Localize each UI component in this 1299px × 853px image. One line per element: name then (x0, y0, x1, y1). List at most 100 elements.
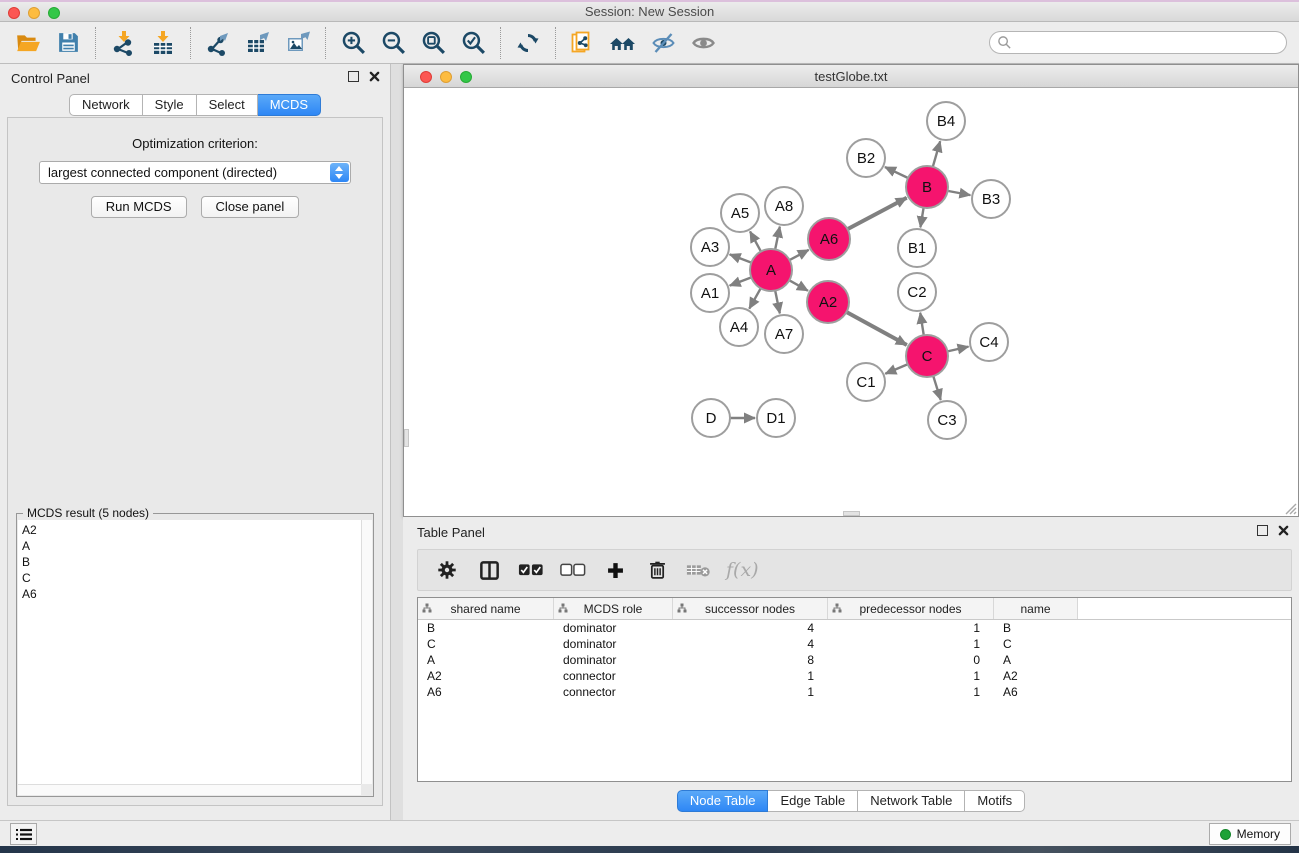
zoom-selected-button[interactable] (453, 26, 493, 60)
table-cell[interactable]: 1 (828, 668, 994, 684)
graph-edge-A-A3[interactable] (730, 254, 752, 262)
function-builder-button[interactable]: f(x) (722, 559, 759, 581)
graph-node-C[interactable]: C (906, 335, 948, 377)
hide-graphics-details-button[interactable] (643, 26, 683, 60)
criterion-select[interactable]: largest connected component (directed) (39, 161, 351, 184)
table-row[interactable]: Bdominator41B (418, 620, 1291, 636)
table-settings-button[interactable] (428, 553, 466, 587)
table-cell[interactable]: 4 (673, 636, 828, 652)
tab-style[interactable]: Style (143, 94, 197, 116)
table-cell[interactable]: dominator (554, 620, 673, 636)
result-vertical-scrollbar[interactable] (361, 520, 372, 784)
table-cell[interactable]: A2 (994, 668, 1078, 684)
canvas-horizontal-scroll-nub[interactable] (843, 511, 860, 516)
graph-node-A3[interactable]: A3 (691, 228, 729, 266)
column-header-successor-nodes[interactable]: successor nodes (673, 598, 828, 619)
table-cell[interactable]: A2 (418, 668, 554, 684)
table-float-panel-icon[interactable] (1257, 525, 1268, 536)
tab-select[interactable]: Select (197, 94, 258, 116)
table-cell[interactable]: 1 (828, 684, 994, 700)
table-row[interactable]: A6connector11A6 (418, 684, 1291, 700)
graph-edge-C-C3[interactable] (933, 376, 940, 400)
table-cell[interactable]: B (418, 620, 554, 636)
graph-node-B3[interactable]: B3 (972, 180, 1010, 218)
create-column-button[interactable] (596, 553, 634, 587)
table-cell[interactable]: B (994, 620, 1078, 636)
tab-network[interactable]: Network (69, 94, 143, 116)
table-cell[interactable]: 1 (828, 636, 994, 652)
table-cell[interactable]: A (994, 652, 1078, 668)
column-header-MCDS-role[interactable]: MCDS role (554, 598, 673, 619)
import-table-button[interactable] (143, 26, 183, 60)
delete-column-button[interactable] (638, 553, 676, 587)
zoom-in-button[interactable] (333, 26, 373, 60)
graph-edge-B-B2[interactable] (885, 167, 908, 178)
graph-edge-B-B4[interactable] (933, 141, 940, 167)
zoom-fit-button[interactable] (413, 26, 453, 60)
graph-edge-C-C2[interactable] (920, 313, 924, 336)
table-cell[interactable]: 1 (673, 668, 828, 684)
memory-button[interactable]: Memory (1209, 823, 1291, 845)
graph-node-C3[interactable]: C3 (928, 401, 966, 439)
table-cell[interactable]: C (994, 636, 1078, 652)
export-image-button[interactable] (278, 26, 318, 60)
graph-edge-A-A5[interactable] (750, 231, 761, 251)
graph-node-B1[interactable]: B1 (898, 229, 936, 267)
table-cell[interactable]: A6 (994, 684, 1078, 700)
home-networks-button[interactable] (603, 26, 643, 60)
network-canvas[interactable]: B4B2BB3B1A5A8A6A3AA1A4A7A2C2C4CC1C3DD1 (404, 88, 1298, 516)
task-history-button[interactable] (10, 823, 37, 845)
column-header-shared-name[interactable]: shared name (418, 598, 554, 619)
result-item[interactable]: C (22, 570, 361, 586)
graph-edge-B-B1[interactable] (920, 208, 923, 228)
table-cell[interactable]: C (418, 636, 554, 652)
graph-edge-A-A7[interactable] (775, 291, 780, 314)
column-header-name[interactable]: name (994, 598, 1078, 619)
deselect-all-button[interactable] (554, 553, 592, 587)
tab-mcds[interactable]: MCDS (258, 94, 321, 116)
close-panel-icon[interactable] (369, 71, 380, 82)
table-row[interactable]: A2connector11A2 (418, 668, 1291, 684)
graph-node-C4[interactable]: C4 (970, 323, 1008, 361)
open-session-button[interactable] (8, 26, 48, 60)
import-network-button[interactable] (103, 26, 143, 60)
table-cell[interactable]: A6 (418, 684, 554, 700)
graph-node-D[interactable]: D (692, 399, 730, 437)
mcds-result-list[interactable]: A2ABCA6 (18, 520, 361, 784)
graph-edge-C-C1[interactable] (885, 364, 907, 374)
graph-node-C2[interactable]: C2 (898, 273, 936, 311)
table-cell[interactable]: 4 (673, 620, 828, 636)
search-input[interactable] (989, 31, 1287, 54)
float-panel-icon[interactable] (348, 71, 359, 82)
graph-node-A[interactable]: A (750, 249, 792, 291)
table-cell[interactable]: 1 (673, 684, 828, 700)
table-cell[interactable]: dominator (554, 652, 673, 668)
tab-motifs[interactable]: Motifs (965, 790, 1025, 812)
graph-node-A6[interactable]: A6 (808, 218, 850, 260)
graph-edge-A6-B[interactable] (848, 198, 907, 229)
table-cell[interactable]: 1 (828, 620, 994, 636)
select-all-button[interactable] (512, 553, 550, 587)
graph-edge-A-A4[interactable] (749, 288, 760, 308)
tab-node-table[interactable]: Node Table (677, 790, 769, 812)
export-network-button[interactable] (198, 26, 238, 60)
result-item[interactable]: A (22, 538, 361, 554)
table-close-panel-icon[interactable] (1278, 525, 1289, 536)
graph-node-C1[interactable]: C1 (847, 363, 885, 401)
graph-node-A2[interactable]: A2 (807, 281, 849, 323)
tab-network-table[interactable]: Network Table (858, 790, 965, 812)
graph-node-A1[interactable]: A1 (691, 274, 729, 312)
network-window-titlebar[interactable]: testGlobe.txt (404, 65, 1298, 88)
graph-node-D1[interactable]: D1 (757, 399, 795, 437)
graph-node-A7[interactable]: A7 (765, 315, 803, 353)
close-panel-button[interactable]: Close panel (201, 196, 300, 218)
delete-table-button[interactable] (680, 553, 718, 587)
export-table-button[interactable] (238, 26, 278, 60)
refresh-view-button[interactable] (508, 26, 548, 60)
graph-node-B[interactable]: B (906, 166, 948, 208)
result-item[interactable]: A6 (22, 586, 361, 602)
table-cell[interactable]: connector (554, 684, 673, 700)
zoom-out-button[interactable] (373, 26, 413, 60)
column-header-predecessor-nodes[interactable]: predecessor nodes (828, 598, 994, 619)
tab-edge-table[interactable]: Edge Table (768, 790, 858, 812)
